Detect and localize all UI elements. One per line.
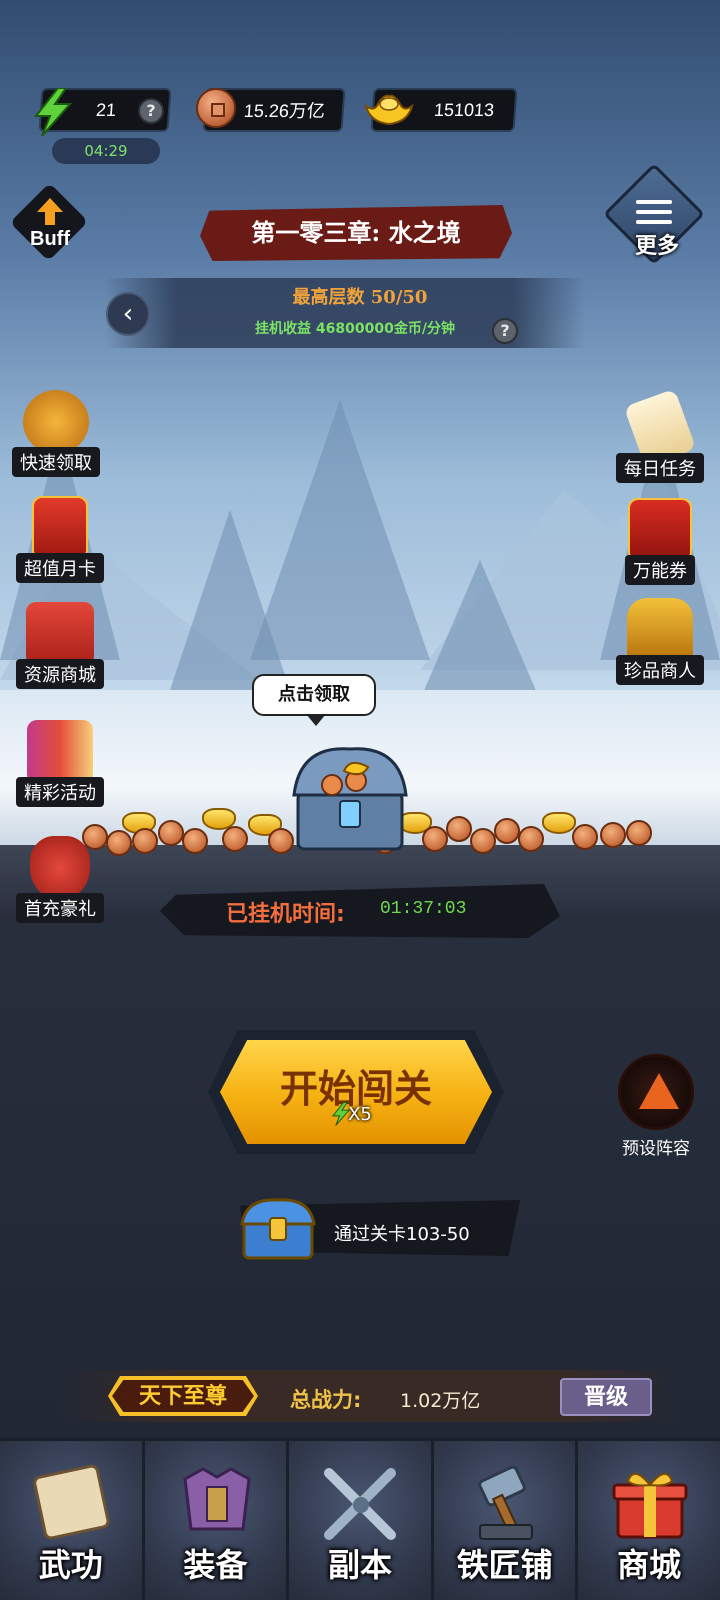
pine-tree xyxy=(170,510,290,690)
coin xyxy=(422,826,448,852)
energy-value: 21 xyxy=(95,99,117,120)
crossed-swords-icon xyxy=(324,1468,397,1540)
gold-ingot-icon xyxy=(364,94,414,126)
first-recharge-label: 首充豪礼 xyxy=(16,893,104,923)
universal-ticket-label: 万能券 xyxy=(625,555,695,585)
chapter-back-button[interactable]: ‹ xyxy=(106,292,150,336)
stage-reward-text: 通过关卡103-50 xyxy=(334,1224,470,1245)
start-energy-cost: X5 xyxy=(348,1104,372,1125)
copper-coin-icon xyxy=(196,88,236,128)
coin xyxy=(518,826,544,852)
buff-label: Buff xyxy=(30,228,70,250)
hammer-icon xyxy=(477,1465,533,1541)
coin xyxy=(132,828,158,854)
coin-value: 15.26万亿 xyxy=(243,101,326,121)
coin xyxy=(106,830,132,856)
coin xyxy=(494,818,520,844)
menu-lines-icon xyxy=(636,200,672,230)
buff-arrow-stem xyxy=(45,211,55,225)
nav-shop-label: 商城 xyxy=(617,1546,682,1584)
quick-claim-button[interactable]: 快速领取 xyxy=(6,390,106,477)
energy-help-icon[interactable]: ? xyxy=(138,98,164,124)
treasure-chest-icon xyxy=(627,598,693,662)
max-floor-text: 最高层数 50/50 xyxy=(292,287,428,308)
idle-income-text: 挂机收益 46800000金币/分钟 xyxy=(255,321,455,337)
ingot-value: 151013 xyxy=(433,99,495,120)
more-label: 更多 xyxy=(634,234,679,259)
daily-quest-button[interactable]: 每日任务 xyxy=(610,388,710,483)
idle-time-label: 已挂机时间: xyxy=(226,902,345,927)
events-label: 精彩活动 xyxy=(16,777,104,807)
energy-bolt-icon xyxy=(33,88,73,136)
coin xyxy=(446,816,472,842)
gift-box-icon xyxy=(26,602,94,666)
ingot xyxy=(542,812,576,834)
universal-ticket-button[interactable]: 万能券 xyxy=(610,498,710,585)
coin xyxy=(82,824,108,850)
coin xyxy=(572,824,598,850)
nav-dungeon-label: 副本 xyxy=(327,1546,392,1584)
coin xyxy=(626,820,652,846)
coin xyxy=(182,828,208,854)
month-card-label: 超值月卡 xyxy=(16,553,104,583)
nav-blacksmith-label: 铁匠铺 xyxy=(456,1546,553,1584)
martial-scroll-icon xyxy=(33,1464,110,1540)
total-power-value: 1.02万亿 xyxy=(400,1390,481,1412)
treasure-merchant-label: 珍品商人 xyxy=(616,655,704,685)
bottom-nav: 武功 装备 副本 铁匠铺 商城 xyxy=(0,1438,720,1600)
daily-quest-label: 每日任务 xyxy=(616,453,704,483)
resource-shop-button[interactable]: 资源商城 xyxy=(10,602,110,689)
nav-blacksmith[interactable]: 铁匠铺 xyxy=(433,1441,579,1600)
rank-badge[interactable]: 天下至尊 xyxy=(112,1380,254,1412)
lineup-triangle-icon xyxy=(618,1054,694,1130)
ticket-icon xyxy=(628,498,692,562)
nav-equipment[interactable]: 装备 xyxy=(144,1441,290,1600)
resource-shop-label: 资源商城 xyxy=(16,659,104,689)
nav-martial-arts-label: 武功 xyxy=(38,1546,103,1584)
chapter-title: 第一零三章: 水之境 xyxy=(200,205,512,261)
nav-shop[interactable]: 商城 xyxy=(578,1441,720,1600)
preset-lineup-label: 预设阵容 xyxy=(622,1139,690,1159)
promote-button[interactable]: 晋级 xyxy=(560,1378,652,1416)
claim-tip-bubble[interactable]: 点击领取 xyxy=(252,674,376,726)
idle-time-value: 01:37:03 xyxy=(380,899,467,919)
events-button[interactable]: 精彩活动 xyxy=(10,720,110,807)
coin xyxy=(600,822,626,848)
month-card-button[interactable]: 超值月卡 xyxy=(10,496,110,583)
quick-claim-label: 快速领取 xyxy=(12,447,100,477)
treasure-merchant-button[interactable]: 珍品商人 xyxy=(610,598,710,685)
shop-gift-icon xyxy=(612,1473,688,1539)
event-books-icon xyxy=(27,720,93,784)
crown-arrow-icon xyxy=(23,390,89,454)
nav-equipment-label: 装备 xyxy=(183,1546,248,1584)
energy-timer: 04:29 xyxy=(52,138,160,164)
preset-lineup-button[interactable]: 预设阵容 xyxy=(612,1054,700,1159)
buff-arrow-icon xyxy=(37,198,63,212)
stage-reward-chest-icon[interactable] xyxy=(240,1196,316,1262)
month-card-icon xyxy=(32,496,88,560)
income-help-icon[interactable]: ? xyxy=(492,318,518,344)
nav-martial-arts[interactable]: 武功 xyxy=(0,1441,145,1600)
idle-treasure-chest-icon[interactable] xyxy=(290,745,410,855)
armor-icon xyxy=(182,1467,251,1531)
coin xyxy=(470,828,496,854)
pine-tree xyxy=(420,560,540,700)
nav-dungeon[interactable]: 副本 xyxy=(289,1441,434,1600)
coin xyxy=(158,820,184,846)
total-power-label: 总战力: xyxy=(290,1388,362,1412)
coin xyxy=(222,826,248,852)
